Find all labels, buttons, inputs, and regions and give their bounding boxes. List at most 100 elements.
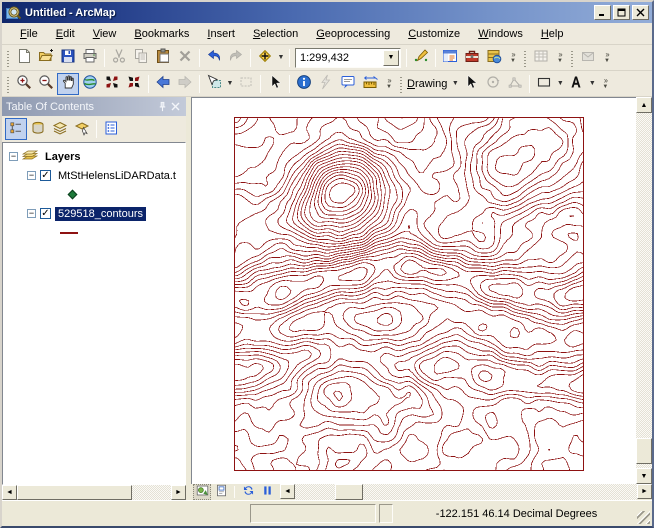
undo-button[interactable] [203,47,225,69]
collapse-expander-icon[interactable]: − [9,152,18,161]
scroll-left-icon[interactable]: ◄ [2,485,17,500]
identify-button[interactable] [293,73,315,95]
toolbar-grip[interactable] [399,75,402,93]
list-by-selection-button[interactable] [71,118,93,140]
menu-windows[interactable]: Windows [470,25,531,43]
minimize-button[interactable] [594,5,611,20]
collapse-expander-icon[interactable]: − [27,209,36,218]
layer-label-contours[interactable]: 529518_contours [55,207,146,221]
menu-file[interactable]: File [12,25,46,43]
share-package-button[interactable] [577,47,599,69]
toc-close-icon[interactable] [169,100,182,113]
cut-button[interactable] [108,47,130,69]
new-text-button[interactable] [565,73,587,95]
hyperlink-button[interactable] [315,73,337,95]
scroll-right-icon[interactable]: ► [171,485,186,500]
scrollbar-thumb[interactable] [335,484,363,500]
print-button[interactable] [79,47,101,69]
attributes-button[interactable] [530,47,552,69]
data-view-button[interactable] [193,484,211,500]
scrollbar-thumb[interactable] [17,485,132,500]
map-canvas[interactable] [191,97,636,484]
pin-icon[interactable] [156,100,169,113]
editor-toolbar-button[interactable] [410,47,432,69]
new-rectangle-button[interactable] [533,73,555,95]
go-forward-extent-button[interactable] [174,73,196,95]
toolbar-grip[interactable] [523,49,526,67]
toc-horizontal-scrollbar[interactable]: ◄ ► [2,485,186,500]
toolbar-overflow-chevron-icon[interactable]: ››▼ [554,47,566,69]
layer-row-lidar[interactable]: − ✓ MtStHelensLiDARData.t [3,166,185,185]
drawing-menu-button[interactable]: Drawing▼ [406,73,460,95]
layer-label-lidar[interactable]: MtStHelensLiDARData.t [55,169,179,183]
menu-view[interactable]: View [85,25,125,43]
new-map-button[interactable] [13,47,35,69]
dropdown-caret-icon[interactable]: ▼ [555,73,565,95]
dropdown-caret-icon[interactable]: ▼ [225,73,235,95]
map-scale-combo[interactable]: 1:299,432▼ [295,48,401,68]
html-popup-button[interactable] [337,73,359,95]
scrollbar-thumb[interactable] [636,438,652,464]
clear-selection-button[interactable] [235,73,257,95]
layer-visibility-checkbox[interactable]: ✓ [40,208,51,219]
list-by-visibility-button[interactable] [49,118,71,140]
zoom-out-button[interactable] [35,73,57,95]
dropdown-caret-icon[interactable]: ▼ [587,73,597,95]
pause-drawing-button[interactable] [258,484,276,500]
arccatalog-button[interactable] [483,47,505,69]
redo-button[interactable] [225,47,247,69]
menu-customize[interactable]: Customize [400,25,468,43]
menu-edit[interactable]: Edit [48,25,83,43]
toolbar-overflow-chevron-icon[interactable]: ››▼ [601,47,613,69]
collapse-expander-icon[interactable]: − [27,171,36,180]
go-back-extent-button[interactable] [152,73,174,95]
fixed-zoom-in-button[interactable] [101,73,123,95]
toolbar-overflow-chevron-icon[interactable]: ››▼ [383,73,395,95]
map-vertical-scrollbar[interactable]: ▲ ▼ [636,97,652,484]
paste-button[interactable] [152,47,174,69]
close-button[interactable] [632,5,649,20]
menu-bookmarks[interactable]: Bookmarks [126,25,197,43]
toolbar-overflow-chevron-icon[interactable]: ››▼ [507,47,519,69]
open-button[interactable] [35,47,57,69]
delete-button[interactable] [174,47,196,69]
add-data-button[interactable] [254,47,276,69]
toc-window-button[interactable] [439,47,461,69]
toolbar-grip[interactable] [6,49,9,67]
select-features-button[interactable] [203,73,225,95]
rotate-element-button[interactable] [482,73,504,95]
layers-group-row[interactable]: − Layers [3,147,185,166]
menu-help[interactable]: Help [533,25,572,43]
toolbar-overflow-chevron-icon[interactable]: ››▼ [599,73,611,95]
dropdown-caret-icon[interactable]: ▼ [276,47,286,69]
copy-button[interactable] [130,47,152,69]
refresh-view-button[interactable] [239,484,257,500]
list-by-source-button[interactable] [27,118,49,140]
maximize-button[interactable] [613,5,630,20]
layout-view-button[interactable] [212,484,230,500]
toolbar-grip[interactable] [6,75,9,93]
menu-selection[interactable]: Selection [245,25,306,43]
fixed-zoom-out-button[interactable] [123,73,145,95]
save-button[interactable] [57,47,79,69]
drawing-select-elements-button[interactable] [460,73,482,95]
list-by-drawing-order-button[interactable] [5,118,27,140]
arctoolbox-button[interactable] [461,47,483,69]
full-extent-button[interactable] [79,73,101,95]
toolbar-grip[interactable] [570,49,573,67]
toc-header[interactable]: Table Of Contents [2,97,186,116]
scroll-down-icon[interactable]: ▼ [636,468,652,484]
layer-row-contours[interactable]: − ✓ 529518_contours [3,204,185,223]
menu-insert[interactable]: Insert [199,25,243,43]
zoom-in-button[interactable] [13,73,35,95]
layer-visibility-checkbox[interactable]: ✓ [40,170,51,181]
menu-geoprocessing[interactable]: Geoprocessing [308,25,398,43]
scroll-right-icon[interactable]: ► [637,484,652,499]
select-elements-button[interactable] [264,73,286,95]
pan-button[interactable] [57,73,79,95]
scroll-up-icon[interactable]: ▲ [636,97,652,113]
title-bar[interactable]: Untitled - ArcMap [2,2,652,23]
resize-grip[interactable] [637,511,650,524]
measure-button[interactable] [359,73,381,95]
combo-dropdown-icon[interactable]: ▼ [383,50,399,66]
